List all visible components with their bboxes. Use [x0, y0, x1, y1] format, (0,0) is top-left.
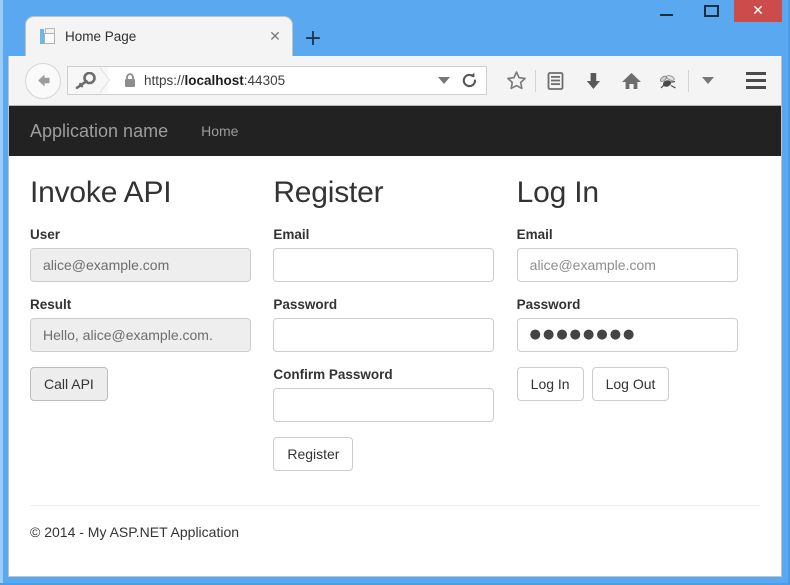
page-container: Invoke API User Result Call API	[9, 156, 781, 471]
label-login-password: Password	[516, 297, 581, 312]
page-icon	[40, 28, 56, 45]
url-bar-actions	[438, 71, 486, 90]
window-frame-left	[0, 0, 3, 585]
input-user	[30, 248, 251, 282]
input-register-confirm-password[interactable]	[273, 388, 495, 422]
label-result: Result	[30, 297, 72, 312]
chevron-down-icon-overflow	[702, 77, 714, 84]
form-group-register-password: Password	[273, 297, 501, 352]
reload-icon	[462, 72, 477, 88]
form-group-register-confirm-password: Confirm Password	[273, 367, 501, 422]
column-title-invoke-api: Invoke API	[30, 176, 172, 209]
log-out-button[interactable]: Log Out	[591, 367, 670, 401]
label-register-password: Password	[273, 297, 338, 312]
padlock-icon	[125, 73, 135, 87]
site-navbar: Application name Home	[9, 106, 781, 156]
reader-list-button[interactable]	[536, 64, 574, 98]
tab-home-page[interactable]: Home Page ✕	[25, 16, 293, 56]
bookmark-button[interactable]	[497, 64, 535, 98]
browser-menu-button[interactable]	[737, 64, 775, 98]
column-title-log-in: Log In	[516, 176, 599, 209]
form-group-register-email: Email	[273, 227, 501, 282]
input-register-password[interactable]	[273, 318, 495, 352]
home-button[interactable]	[612, 64, 650, 98]
button-row-invoke-api: Call API	[30, 367, 258, 401]
input-register-email[interactable]	[273, 248, 495, 282]
form-group-result: Result	[30, 297, 258, 352]
secure-lock	[124, 73, 136, 88]
home-icon	[621, 72, 641, 89]
key-icon	[75, 71, 96, 89]
input-result	[30, 318, 251, 352]
url-bar[interactable]: https://localhost:44305	[67, 66, 487, 95]
button-row-log-in: Log In Log Out	[516, 367, 745, 401]
url-scheme: https://	[144, 73, 185, 88]
register-button[interactable]: Register	[273, 437, 354, 471]
column-invoke-api: Invoke API User Result Call API	[30, 176, 273, 471]
downloads-button[interactable]	[574, 64, 612, 98]
addon-button[interactable]	[650, 64, 688, 98]
column-log-in: Log In Email Password ●●●●●●●● Log In Lo…	[516, 176, 760, 471]
column-register: Register Email Password Confirm Password	[273, 176, 516, 471]
chevron-down-icon[interactable]	[438, 77, 450, 84]
browser-window: ✕ Home Page ✕ + https://localhost:44305 …	[0, 0, 790, 585]
url-host: localhost	[184, 73, 244, 88]
button-row-register: Register	[273, 437, 501, 471]
form-group-user: User	[30, 227, 258, 282]
nav-link-home[interactable]: Home	[201, 123, 238, 139]
input-login-password[interactable]: ●●●●●●●●	[516, 318, 738, 352]
footer-divider	[30, 505, 760, 506]
browser-toolbar: https://localhost:44305	[8, 56, 782, 106]
tab-close-icon[interactable]: ✕	[266, 28, 284, 46]
call-api-button[interactable]: Call API	[30, 367, 108, 401]
columns-row: Invoke API User Result Call API	[30, 156, 760, 471]
toolbar-icons	[497, 64, 727, 98]
new-tab-button[interactable]: +	[300, 25, 326, 51]
url-text[interactable]: https://localhost:44305	[144, 73, 285, 88]
url-port: :44305	[243, 73, 286, 88]
form-group-login-email: Email	[516, 227, 745, 282]
page-footer: © 2014 - My ASP.NET Application	[30, 524, 240, 540]
input-login-email[interactable]	[516, 248, 738, 282]
label-register-email: Email	[273, 227, 310, 242]
reader-list-icon	[547, 71, 563, 90]
bee-icon	[659, 74, 676, 89]
navbar-brand[interactable]: Application name	[30, 121, 168, 142]
log-in-button[interactable]: Log In	[516, 367, 584, 401]
hamburger-menu-icon	[746, 72, 766, 75]
back-button[interactable]	[25, 62, 61, 99]
tab-strip: Home Page ✕ +	[0, 16, 790, 56]
overflow-button[interactable]	[689, 64, 727, 98]
label-login-email: Email	[516, 227, 553, 242]
tab-title: Home Page	[65, 29, 137, 44]
back-arrow-icon	[37, 74, 49, 87]
column-title-register: Register	[273, 176, 384, 209]
site-identity-button[interactable]	[68, 67, 110, 94]
page-viewport: Application name Home Invoke API User Re…	[8, 106, 782, 577]
label-register-confirm-password: Confirm Password	[273, 367, 393, 382]
star-icon	[506, 71, 526, 90]
form-group-login-password: Password ●●●●●●●●	[516, 297, 745, 352]
download-arrow-icon	[586, 72, 600, 89]
label-user: User	[30, 227, 61, 242]
